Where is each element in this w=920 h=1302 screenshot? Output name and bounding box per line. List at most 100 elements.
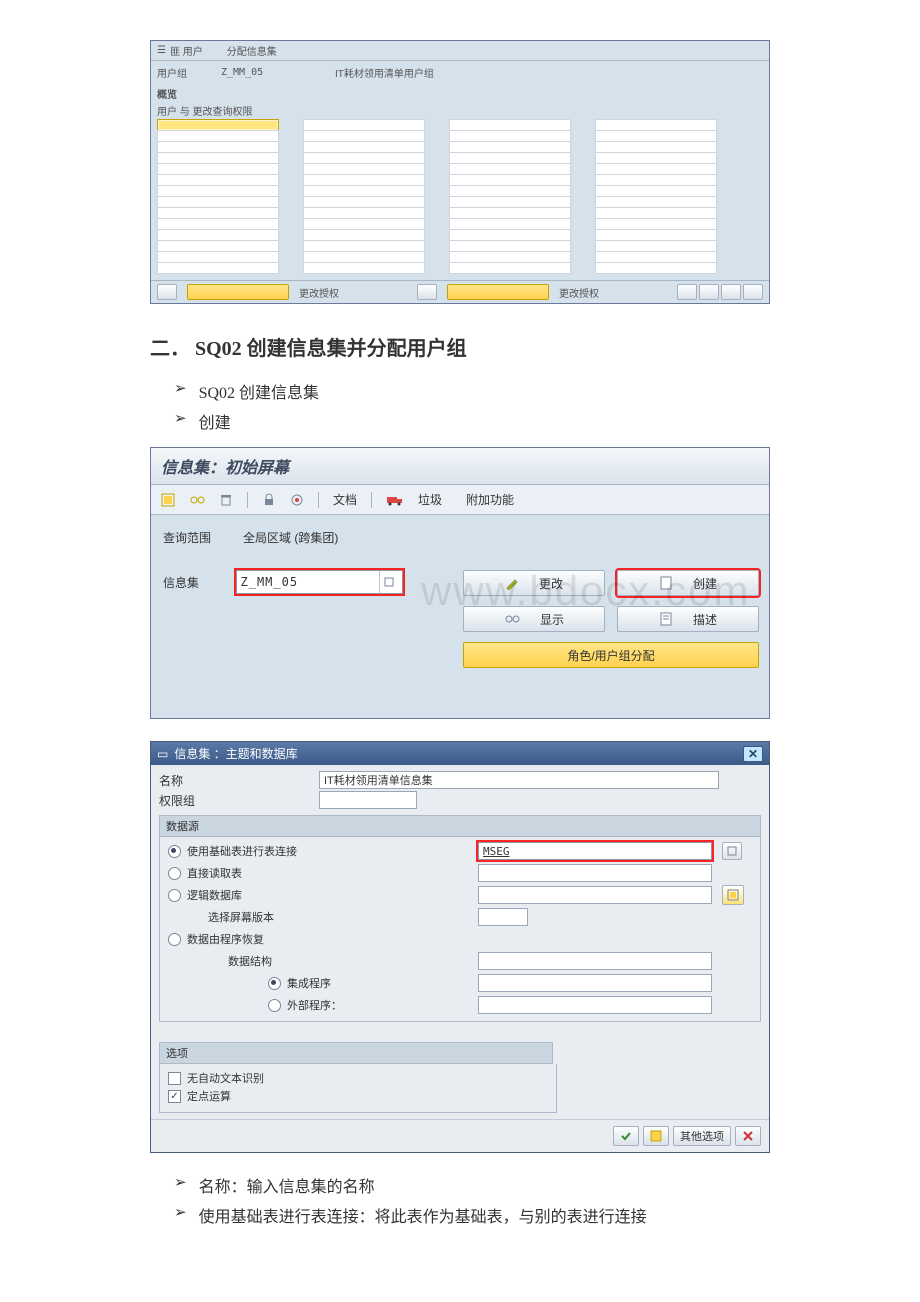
bullet-text: 使用基础表进行表连接：将此表作为基础表，与别的表进行连接 <box>199 1203 647 1227</box>
user-input[interactable] <box>449 262 571 274</box>
create-label: 创建 <box>693 575 717 592</box>
infoset-value: Z_MM_05 <box>241 575 299 589</box>
window-icon: ▭ <box>157 747 168 761</box>
footer-btn1-label: 更改授权 <box>299 285 339 300</box>
table-input[interactable]: MSEG <box>478 842 712 860</box>
ok-button[interactable] <box>613 1126 639 1146</box>
radio-logical-db[interactable]: 逻辑数据库 <box>168 887 468 903</box>
name-value: IT耗材领用清单信息集 <box>324 775 433 787</box>
select-all-icon[interactable] <box>417 284 437 300</box>
nav-next-icon[interactable] <box>721 284 741 300</box>
truck-icon[interactable] <box>386 493 404 507</box>
cancel-icon <box>742 1130 754 1142</box>
alloc-infoset-button[interactable]: 分配信息集 <box>227 43 277 58</box>
options-header: 选项 <box>159 1042 553 1064</box>
checkbox-label: 定点运算 <box>187 1088 231 1104</box>
check-icon <box>620 1130 632 1142</box>
select-all-icon[interactable] <box>157 284 177 300</box>
user-group-desc: IT耗材领用清单用户组 <box>335 65 434 80</box>
external-input[interactable] <box>478 996 712 1014</box>
display-button[interactable]: 显示 <box>463 606 605 632</box>
other-options-label: 其他选项 <box>680 1128 724 1144</box>
footer: 更改授权 更改授权 <box>151 280 769 303</box>
search-help-icon[interactable] <box>722 842 742 860</box>
radio-external[interactable]: 外部程序： <box>168 997 468 1013</box>
addon-label[interactable]: 附加功能 <box>466 491 514 508</box>
pencil-icon <box>505 576 519 590</box>
overview-title: 概览 <box>151 84 769 103</box>
user-group-row: 用户组 Z_MM_05 IT耗材领用清单用户组 <box>151 61 769 84</box>
screen-version-input[interactable] <box>478 908 528 926</box>
cancel-button[interactable] <box>735 1126 761 1146</box>
toolbar: 文档 垃圾 附加功能 <box>151 485 769 515</box>
auth-input[interactable] <box>319 791 417 809</box>
direct-read-input[interactable] <box>478 864 712 882</box>
info-icon-button[interactable] <box>643 1126 669 1146</box>
fixed-point-checkbox[interactable]: ✓ 定点运算 <box>168 1088 548 1104</box>
radio-label: 直接读取表 <box>187 865 242 881</box>
radio-label: 外部程序： <box>287 997 342 1013</box>
users-icon: ☰ <box>157 45 166 56</box>
assign-users-button[interactable]: ☰ 匪 用户 <box>157 43 203 58</box>
radio-direct-read[interactable]: 直接读取表 <box>168 865 468 881</box>
body: www.bdocx.com 查询范围 全局区域 (跨集团) 信息集 Z_MM_0… <box>151 515 769 718</box>
radio-integrated[interactable]: 集成程序 <box>168 975 468 991</box>
infoset-input[interactable]: Z_MM_05 <box>236 570 404 594</box>
bullet-item: 名称：输入信息集的名称 <box>174 1173 770 1197</box>
options-box: 无自动文本识别 ✓ 定点运算 <box>159 1064 557 1113</box>
window-title: 信息集：初始屏幕 <box>151 448 769 485</box>
screen-version-label-row: 选择屏幕版本 <box>168 909 468 925</box>
nav-first-icon[interactable] <box>677 284 697 300</box>
detail-icon[interactable] <box>722 885 744 905</box>
close-icon[interactable]: ✕ <box>743 746 763 762</box>
nav-prev-icon[interactable] <box>699 284 719 300</box>
change-auth-button-2[interactable] <box>447 284 549 300</box>
trash-icon[interactable] <box>219 493 233 507</box>
search-help-icon[interactable] <box>379 571 398 593</box>
create-icon[interactable] <box>161 493 175 507</box>
radio-icon <box>268 977 281 990</box>
trash-label[interactable]: 垃圾 <box>418 491 442 508</box>
checkbox-label: 无自动文本识别 <box>187 1070 264 1086</box>
logical-db-input[interactable] <box>478 886 712 904</box>
no-auto-text-checkbox[interactable]: 无自动文本识别 <box>168 1070 548 1086</box>
other-options-button[interactable]: 其他选项 <box>673 1126 731 1146</box>
user-group-code: Z_MM_05 <box>221 67 301 78</box>
radio-label: 逻辑数据库 <box>187 887 242 903</box>
lock-icon[interactable] <box>262 493 276 507</box>
table-value: MSEG <box>483 845 510 858</box>
radio-table-join[interactable]: 使用基础表进行表连接 <box>168 843 468 859</box>
name-input[interactable]: IT耗材领用清单信息集 <box>319 771 719 789</box>
role-assign-button[interactable]: 角色/用户组分配 <box>463 642 759 668</box>
scope-label: 查询范围 <box>163 529 223 546</box>
user-input[interactable] <box>303 262 425 274</box>
change-button[interactable]: 更改 <box>463 570 605 596</box>
create-button[interactable]: 创建 <box>617 570 759 596</box>
radio-label: 数据由程序恢复 <box>187 931 264 947</box>
change-label: 更改 <box>539 575 563 592</box>
data-struct-input[interactable] <box>478 952 712 970</box>
dialog-titlebar: ▭ 信息集 ：主题和数据库 ✕ <box>151 742 769 765</box>
radio-data-recover[interactable]: 数据由程序恢复 <box>168 931 468 947</box>
footer-btn2-label: 更改授权 <box>559 285 599 300</box>
describe-button[interactable]: 描述 <box>617 606 759 632</box>
user-input[interactable] <box>595 262 717 274</box>
radio-icon <box>168 867 181 880</box>
change-auth-button-1[interactable] <box>187 284 289 300</box>
role-assign-label: 角色/用户组分配 <box>567 647 654 664</box>
overview-sub: 用户 与 更改查询权限 <box>151 103 769 120</box>
user-group-label: 用户组 <box>157 65 187 80</box>
bullet-text: 创建 <box>199 409 231 433</box>
nav-last-icon[interactable] <box>743 284 763 300</box>
checkbox-icon: ✓ <box>168 1090 181 1103</box>
datasource-header: 数据源 <box>159 815 761 837</box>
dialog-title-text: 信息集 ：主题和数据库 <box>174 745 297 762</box>
radio-icon <box>268 999 281 1012</box>
integrated-input[interactable] <box>478 974 712 992</box>
user-grid <box>151 120 769 280</box>
docs-label[interactable]: 文档 <box>333 491 357 508</box>
user-input[interactable] <box>157 262 279 274</box>
glasses-icon[interactable] <box>189 493 205 507</box>
datasource-box: 使用基础表进行表连接 MSEG 直接读取表 <box>159 837 761 1022</box>
clock-icon[interactable] <box>290 493 304 507</box>
